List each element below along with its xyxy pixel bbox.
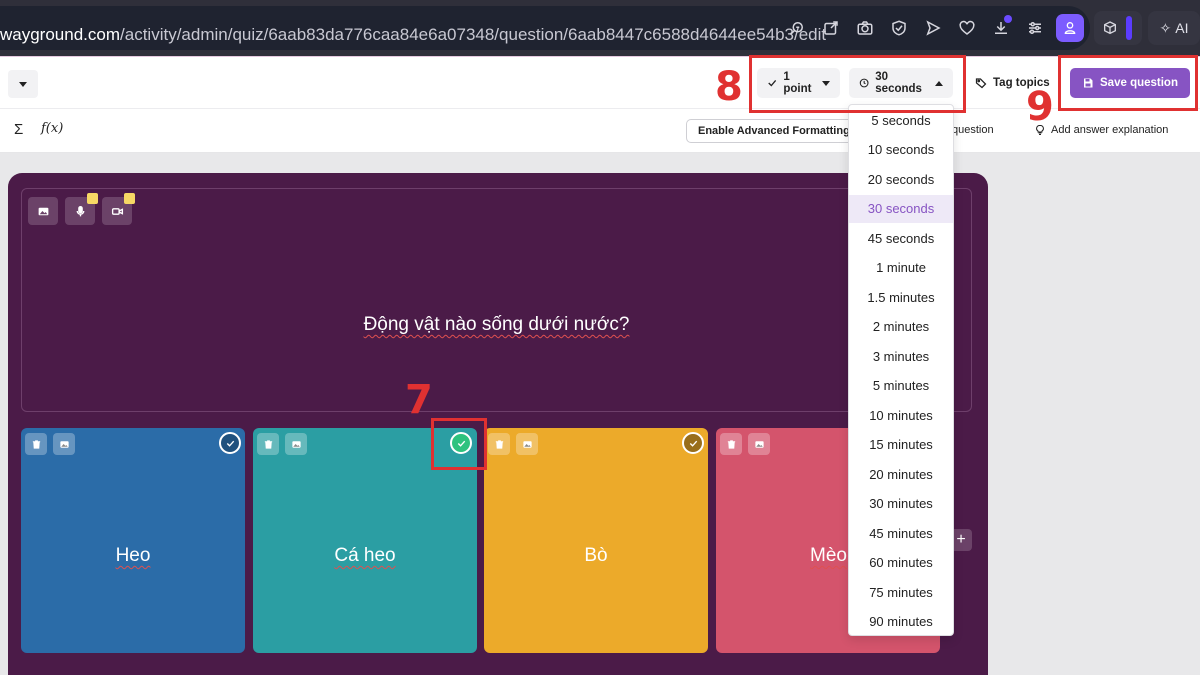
ai-label: AI — [1175, 20, 1189, 36]
question-text[interactable]: Động vật nào sống dưới nước? — [21, 314, 972, 336]
add-audio-button[interactable] — [65, 193, 98, 225]
answer-option-3[interactable]: Bò — [484, 428, 708, 653]
premium-badge — [87, 193, 98, 204]
browser-toolbar: wayground.com/activity/admin/quiz/6aab83… — [0, 0, 1200, 56]
time-option[interactable]: 60 minutes — [849, 549, 953, 577]
time-option[interactable]: 1.5 minutes — [849, 283, 953, 311]
formatting-toolbar — [0, 109, 1200, 153]
share-icon[interactable] — [814, 12, 848, 44]
download-icon[interactable] — [984, 12, 1018, 44]
image-icon — [291, 440, 301, 448]
time-option[interactable]: 20 minutes — [849, 460, 953, 488]
answer-explanation-label: Add answer explanation — [1051, 124, 1169, 136]
option-label[interactable]: Heo — [21, 545, 245, 567]
highlight-box-time — [749, 55, 966, 113]
heart-icon[interactable] — [950, 12, 984, 44]
time-option[interactable]: 30 seconds — [849, 194, 953, 223]
answer-option-1[interactable]: Heo — [21, 428, 245, 653]
time-option[interactable]: 1 minute — [849, 254, 953, 282]
send-icon[interactable] — [916, 12, 950, 44]
trash-icon — [495, 439, 503, 449]
option-image-button[interactable] — [285, 433, 307, 455]
image-icon — [38, 207, 48, 215]
delete-option-button[interactable] — [25, 433, 47, 455]
extensions-button[interactable] — [1094, 11, 1142, 45]
time-option[interactable]: 2 minutes — [849, 313, 953, 341]
option-label[interactable]: Bò — [484, 545, 708, 567]
option-image-button[interactable] — [748, 433, 770, 455]
option-text: Heo — [115, 545, 151, 566]
time-dropdown-menu: 5 seconds 10 seconds 20 seconds 30 seconds 4… — [848, 104, 954, 636]
time-option[interactable]: 90 minutes — [849, 608, 953, 636]
mark-correct-checkbox[interactable] — [219, 432, 241, 454]
trash-icon — [264, 439, 272, 449]
sparkle-icon: ✧ — [1159, 19, 1172, 36]
url-domain: wayground.com — [0, 25, 121, 44]
option-image-button[interactable] — [516, 433, 538, 455]
annotation-number-9: 9 — [1026, 84, 1054, 130]
time-option[interactable]: 15 minutes — [849, 431, 953, 459]
time-option[interactable]: 75 minutes — [849, 578, 953, 606]
chevron-down-icon — [19, 81, 27, 87]
highlight-box-correct — [431, 418, 487, 470]
time-option[interactable]: 10 minutes — [849, 401, 953, 429]
option-text: Cá heo — [334, 545, 396, 566]
url-text: wayground.com/activity/admin/quiz/6aab83… — [0, 25, 826, 45]
time-option[interactable]: 30 minutes — [849, 490, 953, 518]
delete-option-button[interactable] — [257, 433, 279, 455]
camera-icon[interactable] — [848, 12, 882, 44]
cube-icon — [1104, 21, 1116, 35]
question-input-area[interactable] — [21, 188, 972, 412]
option-label[interactable]: Cá heo — [253, 545, 477, 567]
sliders-icon[interactable] — [1018, 12, 1052, 44]
download-badge — [1004, 15, 1012, 23]
ai-button[interactable]: ✧ AI — [1148, 11, 1200, 45]
highlight-box-save — [1058, 55, 1198, 111]
question-text-content: Động vật nào sống dưới nước? — [363, 314, 630, 335]
time-option[interactable]: 45 minutes — [849, 519, 953, 547]
zoom-icon[interactable] — [780, 12, 814, 44]
shield-icon[interactable] — [882, 12, 916, 44]
image-icon — [59, 440, 69, 448]
tag-icon — [975, 78, 987, 89]
time-option[interactable]: 5 minutes — [849, 372, 953, 400]
enable-advanced-formatting-button[interactable]: Enable Advanced Formatting — [686, 119, 856, 143]
sigma-icon[interactable]: Σ — [14, 121, 23, 138]
function-icon[interactable]: f(x) — [41, 121, 63, 136]
check-icon — [689, 440, 697, 447]
time-option[interactable]: 45 seconds — [849, 224, 953, 252]
question-type-dropdown[interactable] — [8, 70, 38, 98]
time-option[interactable]: 20 seconds — [849, 165, 953, 193]
option-image-button[interactable] — [53, 433, 75, 455]
video-icon — [111, 207, 123, 215]
profile-icon[interactable] — [1056, 14, 1084, 42]
add-image-button[interactable] — [28, 197, 58, 225]
url-path: /activity/admin/quiz/6aab83da776caa84e6a… — [120, 25, 827, 44]
trash-icon — [32, 439, 40, 449]
check-icon — [226, 440, 234, 447]
delete-option-button[interactable] — [720, 433, 742, 455]
image-icon — [522, 440, 532, 448]
delete-option-button[interactable] — [488, 433, 510, 455]
annotation-number-8: 8 — [715, 64, 743, 110]
option-text: Mèo — [810, 545, 847, 566]
option-text: Bò — [584, 545, 608, 566]
add-video-button[interactable] — [102, 193, 135, 225]
microphone-icon — [76, 205, 84, 216]
time-option[interactable]: 10 seconds — [849, 136, 953, 164]
trash-icon — [727, 439, 735, 449]
plus-icon: + — [956, 531, 966, 548]
browser-icons: ✧ AI — [780, 11, 1200, 45]
add-answer-explanation-button[interactable]: Add answer explanation — [1034, 124, 1168, 136]
sidebar-indicator — [1126, 16, 1132, 40]
premium-badge — [124, 193, 135, 204]
image-icon — [754, 440, 764, 448]
annotation-number-7: 7 — [405, 377, 433, 423]
mark-correct-checkbox[interactable] — [682, 432, 704, 454]
question-link[interactable]: question — [952, 124, 994, 136]
time-option[interactable]: 3 minutes — [849, 342, 953, 370]
